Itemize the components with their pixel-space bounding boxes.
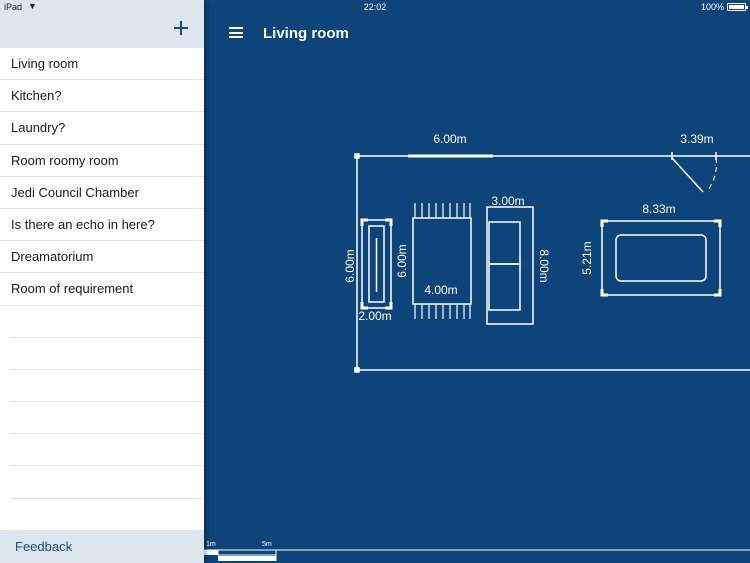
room-item-dreamatorium[interactable]: Dreamatorium (0, 241, 204, 274)
top-wall-dimension: 6.00m (433, 132, 466, 146)
bath-width-dimension: 8.33m (642, 202, 675, 216)
empty-row (11, 370, 204, 403)
empty-row (11, 338, 204, 370)
door-swing-arc (707, 157, 717, 191)
sofa-length-dimension: 8.00m (537, 249, 551, 282)
empty-row (11, 402, 204, 435)
chair-lines (414, 203, 471, 319)
left-wall-dimension: 6.00m (343, 249, 357, 282)
sofa[interactable] (486, 206, 534, 325)
room-item-room-of-requirement[interactable]: Room of requirement (0, 273, 204, 306)
clock: 22:02 (363, 2, 387, 12)
battery-percentage: 100% (700, 2, 724, 12)
empty-row (11, 434, 204, 467)
table-width-dimension: 4.00m (424, 283, 457, 297)
empty-row (11, 499, 204, 531)
unit-width-dimension: 2.00m (358, 309, 391, 323)
add-room-button[interactable] (174, 21, 188, 35)
sidebar-footer: Feedback (0, 530, 204, 563)
unit-length-dimension: 6.00m (395, 244, 409, 277)
sofa-seat (488, 263, 521, 311)
status-bar: iPad ▼ 22:02 100% (0, 0, 750, 14)
sofa-seat (488, 221, 521, 265)
empty-row (11, 306, 204, 338)
corner-handle[interactable] (354, 367, 360, 373)
scale-bar: 1m 5m (204, 538, 750, 563)
rooms-sidebar: Living room Kitchen? Laundry? Room roomy… (0, 0, 204, 563)
door-dimension: 3.39m (680, 132, 713, 146)
battery-icon (727, 3, 748, 11)
sofa-width-dimension: 3.00m (491, 194, 524, 208)
room-wall[interactable] (356, 155, 750, 371)
bath[interactable] (601, 220, 721, 296)
room-list: Living room Kitchen? Laundry? Room roomy… (0, 48, 204, 531)
scale-ruler (204, 549, 750, 561)
room-item-room-roomy-room[interactable]: Room roomy room (0, 145, 204, 177)
bath-inner (615, 234, 707, 282)
room-item-echo[interactable]: Is there an echo in here? (0, 209, 204, 242)
room-item-kitchen[interactable]: Kitchen? (0, 80, 204, 113)
feedback-link[interactable]: Feedback (15, 539, 72, 554)
door-leaf[interactable] (671, 157, 704, 193)
room-item-jedi-council-chamber[interactable]: Jedi Council Chamber (0, 177, 204, 209)
room-item-laundry[interactable]: Laundry? (0, 112, 204, 145)
room-item-living-room[interactable]: Living room (0, 48, 204, 81)
bath-length-dimension: 5.21m (580, 241, 594, 274)
corner-handle[interactable] (354, 153, 360, 159)
floor-plan-canvas[interactable]: 6.00m 3.39m 6.00m 6.00m 2.00m 4.00m 3.00… (204, 0, 750, 563)
empty-row (11, 466, 204, 499)
